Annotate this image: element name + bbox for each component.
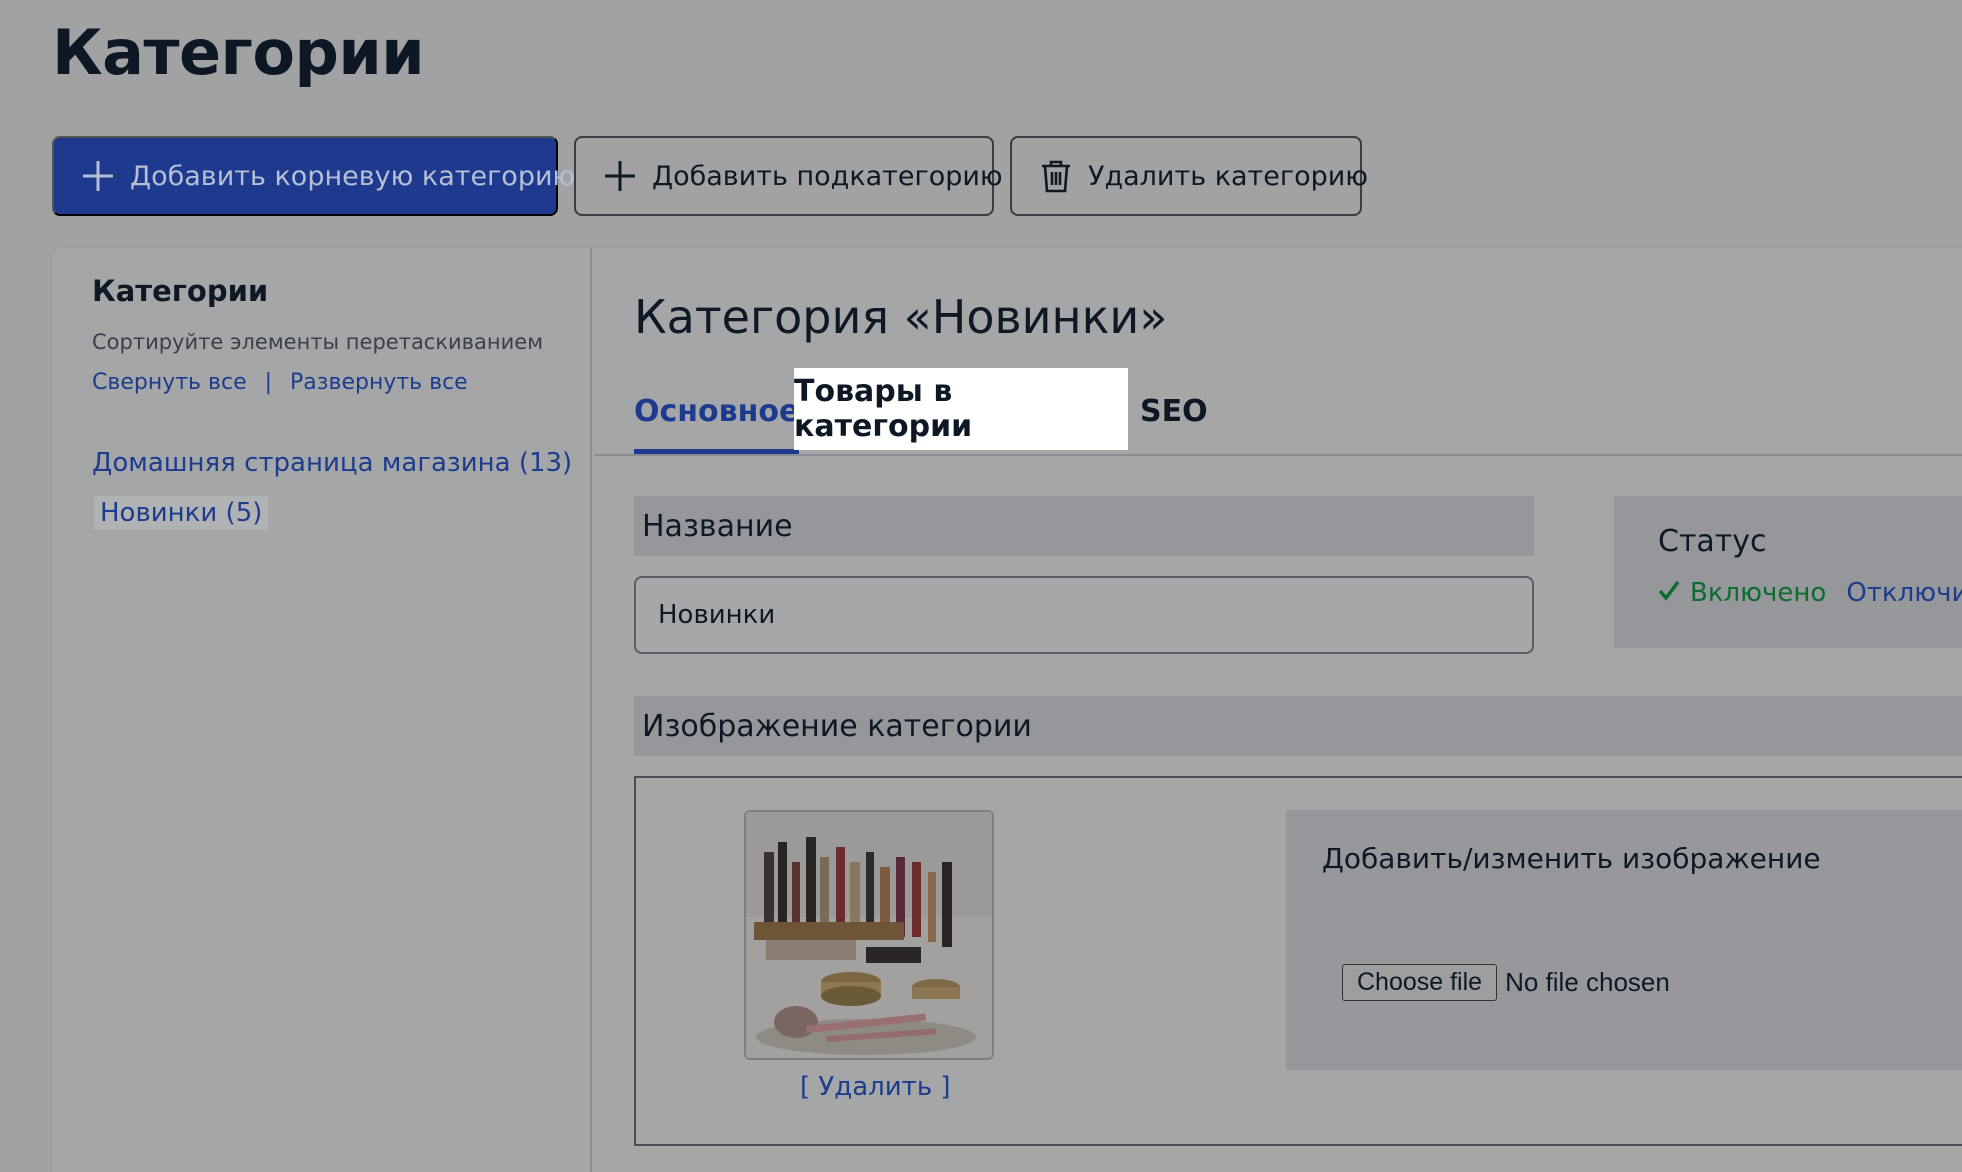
status-row: Включено Отключить [1658,578,1962,608]
plus-icon [80,158,116,194]
category-name-input[interactable] [634,576,1534,654]
image-section: [ Удалить ] Добавить/изменить изображени… [634,776,1962,1146]
category-tree: Домашняя страница магазина (13) Новинки … [92,448,572,548]
page-title: Категории [52,16,425,89]
delete-category-label: Удалить категорию [1088,160,1369,192]
tree-controls: Свернуть все | Развернуть все [92,370,468,395]
status-box: Статус Включено Отключить [1614,496,1962,648]
image-heading: Изображение категории [634,696,1962,756]
upload-box: Добавить/изменить изображение Choose fil… [1286,810,1962,1070]
no-file-text: No file chosen [1505,967,1670,997]
choose-file-button[interactable]: Choose file [1342,964,1498,1001]
check-icon [1658,578,1680,608]
tab-main[interactable]: Основное [634,368,800,454]
add-subcategory-button[interactable]: Добавить подкатегорию [574,136,1003,216]
category-image-thumbnail [744,810,994,1060]
name-heading: Название [634,496,1534,556]
trash-icon [1038,158,1074,194]
content-panel: Категории Сортируйте элементы перетаскив… [52,248,1962,1172]
status-heading: Статус [1658,524,1767,559]
status-enabled-label: Включено [1690,578,1827,608]
tab-products-in-category[interactable]: Товары в категории [794,368,1128,450]
upload-title: Добавить/изменить изображение [1322,842,1821,875]
plus-icon [602,158,638,194]
tree-item-new[interactable]: Новинки (5) [94,496,269,530]
category-editor: Категория «Новинки» Основное Товары в ка… [594,248,1962,1172]
file-input: Choose file No file chosen [1342,964,1670,1001]
add-subcategory-label: Добавить подкатегорию [652,160,1003,192]
category-sidebar: Категории Сортируйте элементы перетаскив… [52,248,592,1172]
category-title: Категория «Новинки» [634,290,1168,344]
tab-bar: Основное Товары в категории SEO [594,368,1962,456]
link-separator: | [264,370,273,395]
disable-link[interactable]: Отключить [1846,578,1962,608]
delete-category-button[interactable]: Удалить категорию [1010,136,1368,216]
tab-seo[interactable]: SEO [1140,368,1208,454]
sidebar-hint: Сортируйте элементы перетаскиванием [92,330,544,354]
collapse-all-link[interactable]: Свернуть все [92,370,247,395]
sidebar-title: Категории [92,274,269,308]
delete-image-link[interactable]: [ Удалить ] [800,1072,951,1102]
tree-item-home[interactable]: Домашняя страница магазина (13) [92,448,572,478]
toolbar: Добавить корневую категорию Добавить под… [52,136,1368,216]
add-root-category-label: Добавить корневую категорию [130,160,576,192]
expand-all-link[interactable]: Развернуть все [290,370,468,395]
add-root-category-button[interactable]: Добавить корневую категорию [52,136,575,216]
